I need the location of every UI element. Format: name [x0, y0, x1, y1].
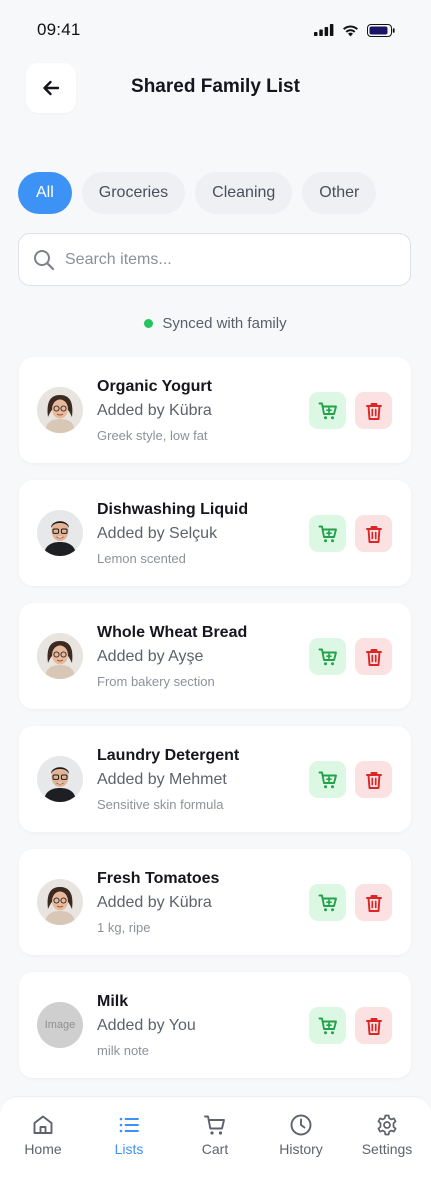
item-name: Organic Yogurt: [97, 378, 212, 395]
item-added-by: Added by Selçuk: [97, 525, 218, 542]
home-icon: [33, 1115, 53, 1134]
nav-label: Lists: [114, 1141, 144, 1157]
avatar-placeholder: Image: [37, 1002, 83, 1048]
woman-avatar-icon: [37, 387, 83, 433]
cart-icon: [204, 1115, 225, 1135]
nav-item-cart[interactable]: Cart: [172, 1113, 258, 1157]
nav-label: Cart: [201, 1141, 229, 1157]
item-note: From bakery section: [97, 674, 215, 689]
item-note: milk note: [97, 1043, 150, 1058]
list-item: Organic Yogurt Added by Kübra Greek styl…: [19, 357, 411, 463]
trash-icon: [365, 402, 382, 420]
filter-chips: All Groceries Cleaning Other: [18, 172, 377, 214]
list-item: Image Milk Added by You milk note: [19, 972, 411, 1078]
delete-button[interactable]: [355, 638, 392, 675]
search-input[interactable]: [65, 250, 385, 269]
item-added-by: Added by Kübra: [97, 894, 212, 911]
item-added-by: Added by Ayşe: [97, 648, 204, 665]
nav-item-lists[interactable]: Lists: [86, 1113, 172, 1157]
signal-icon: [314, 24, 334, 36]
list-item: Whole Wheat Bread Added by Ayşe From bak…: [19, 603, 411, 709]
item-name: Milk: [97, 993, 129, 1010]
filter-chip-other[interactable]: Other: [302, 172, 377, 214]
list-icon: [119, 1117, 139, 1133]
sync-status: Synced with family: [0, 315, 431, 332]
item-name: Fresh Tomatoes: [97, 870, 220, 887]
add-to-cart-button[interactable]: [309, 392, 346, 429]
cart-icon: [318, 648, 337, 665]
clock-icon: [290, 1114, 312, 1136]
trash-icon: [365, 1017, 382, 1035]
delete-button[interactable]: [355, 392, 392, 429]
avatar: [37, 633, 83, 679]
sync-dot-icon: [144, 319, 154, 328]
item-name: Dishwashing Liquid: [97, 501, 249, 518]
item-name: Laundry Detergent: [97, 747, 240, 764]
filter-chip-groceries[interactable]: Groceries: [81, 172, 186, 214]
item-added-by: Added by You: [97, 1017, 196, 1034]
search-box[interactable]: [18, 233, 411, 286]
nav-item-history[interactable]: History: [258, 1113, 344, 1157]
item-note: 1 kg, ripe: [97, 920, 151, 935]
sync-text: Synced with family: [162, 315, 287, 332]
item-list: Organic Yogurt Added by Kübra Greek styl…: [19, 357, 411, 1095]
nav-item-home[interactable]: Home: [0, 1113, 86, 1157]
delete-button[interactable]: [355, 515, 392, 552]
filter-chip-all[interactable]: All: [18, 172, 72, 214]
bottom-nav: Home Lists Cart History Settings: [0, 1096, 431, 1179]
avatar: [37, 510, 83, 556]
avatar: [37, 387, 83, 433]
man-avatar-icon: [37, 510, 83, 556]
battery-icon: [367, 23, 395, 37]
search-icon: [34, 249, 55, 270]
cart-icon: [318, 402, 337, 419]
wifi-icon: [343, 24, 358, 36]
status-bar: 09:41: [0, 0, 431, 60]
cart-icon: [318, 771, 337, 788]
list-item: Dishwashing Liquid Added by Selçuk Lemon…: [19, 480, 411, 586]
status-icons: [314, 23, 395, 37]
status-time: 09:41: [37, 20, 81, 39]
man-avatar-icon: [37, 756, 83, 802]
nav-label: Home: [24, 1141, 62, 1157]
add-to-cart-button[interactable]: [309, 638, 346, 675]
add-to-cart-button[interactable]: [309, 761, 346, 798]
delete-button[interactable]: [355, 1007, 392, 1044]
woman-avatar-icon: [37, 879, 83, 925]
gear-icon: [377, 1114, 397, 1136]
item-added-by: Added by Mehmet: [97, 771, 227, 788]
cart-icon: [318, 894, 337, 911]
item-note: Sensitive skin formula: [97, 797, 224, 812]
delete-button[interactable]: [355, 761, 392, 798]
list-item: Fresh Tomatoes Added by Kübra 1 kg, ripe: [19, 849, 411, 955]
avatar: [37, 756, 83, 802]
trash-icon: [365, 894, 382, 912]
page-title: Shared Family List: [131, 76, 300, 97]
add-to-cart-button[interactable]: [309, 884, 346, 921]
nav-label: History: [279, 1141, 323, 1157]
item-added-by: Added by Kübra: [97, 402, 212, 419]
add-to-cart-button[interactable]: [309, 1007, 346, 1044]
trash-icon: [365, 648, 382, 666]
add-to-cart-button[interactable]: [309, 515, 346, 552]
filter-chip-cleaning[interactable]: Cleaning: [195, 172, 293, 214]
list-item: Laundry Detergent Added by Mehmet Sensit…: [19, 726, 411, 832]
trash-icon: [365, 771, 382, 789]
woman-avatar-icon: [37, 633, 83, 679]
avatar: [37, 879, 83, 925]
nav-item-settings[interactable]: Settings: [344, 1113, 430, 1157]
item-note: Lemon scented: [97, 551, 186, 566]
item-name: Whole Wheat Bread: [97, 624, 248, 641]
nav-label: Settings: [361, 1141, 413, 1157]
cart-icon: [318, 1017, 337, 1034]
delete-button[interactable]: [355, 884, 392, 921]
item-note: Greek style, low fat: [97, 428, 208, 443]
trash-icon: [365, 525, 382, 543]
cart-icon: [318, 525, 337, 542]
header: Shared Family List: [0, 60, 431, 120]
